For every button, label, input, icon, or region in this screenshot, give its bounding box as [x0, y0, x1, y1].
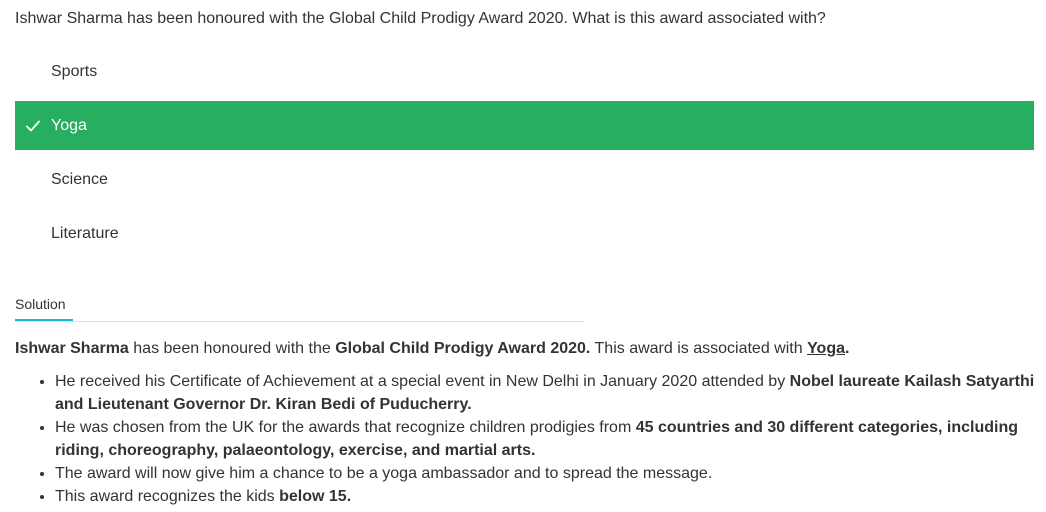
options-list: Sports Yoga Science Literature: [15, 47, 1034, 263]
answer-person: Ishwar Sharma: [15, 340, 129, 357]
answer-award: Global Child Prodigy Award 2020.: [335, 340, 591, 357]
answer-period: .: [845, 340, 850, 357]
option-label: Literature: [51, 224, 119, 242]
answer-text: This award is associated with: [590, 340, 808, 357]
answer-correct: Yoga: [807, 340, 845, 357]
check-icon: [26, 120, 40, 131]
point-text: The award will now give him a chance to …: [55, 465, 713, 482]
option-sports[interactable]: Sports: [15, 47, 1034, 96]
tab-solution[interactable]: Solution: [15, 296, 66, 312]
point-text: He was chosen from the UK for the awards…: [55, 419, 636, 436]
option-label: Science: [51, 170, 108, 188]
list-item: He was chosen from the UK for the awards…: [55, 416, 1035, 462]
point-text: He received his Certificate of Achieveme…: [55, 373, 790, 390]
list-item: He received his Certificate of Achieveme…: [55, 370, 1035, 416]
point-text: This award recognizes the kids: [55, 488, 280, 505]
option-label: Sports: [51, 62, 98, 80]
list-item: The award will now give him a chance to …: [55, 462, 1035, 485]
question-text: Ishwar Sharma has been honoured with the…: [15, 10, 826, 27]
option-literature[interactable]: Literature: [15, 209, 1034, 258]
solution-answer: Ishwar Sharma has been honoured with the…: [15, 339, 849, 359]
tab-divider: [15, 321, 585, 322]
option-science[interactable]: Science: [15, 155, 1034, 204]
answer-text: has been honoured with the: [128, 340, 336, 357]
option-yoga[interactable]: Yoga: [15, 101, 1034, 150]
option-label: Yoga: [51, 116, 87, 134]
point-bold: below 15.: [279, 488, 352, 505]
list-item: This award recognizes the kids below 15.: [55, 485, 1035, 508]
solution-points: He received his Certificate of Achieveme…: [15, 370, 1035, 508]
quiz-page: Ishwar Sharma has been honoured with the…: [0, 0, 1046, 512]
